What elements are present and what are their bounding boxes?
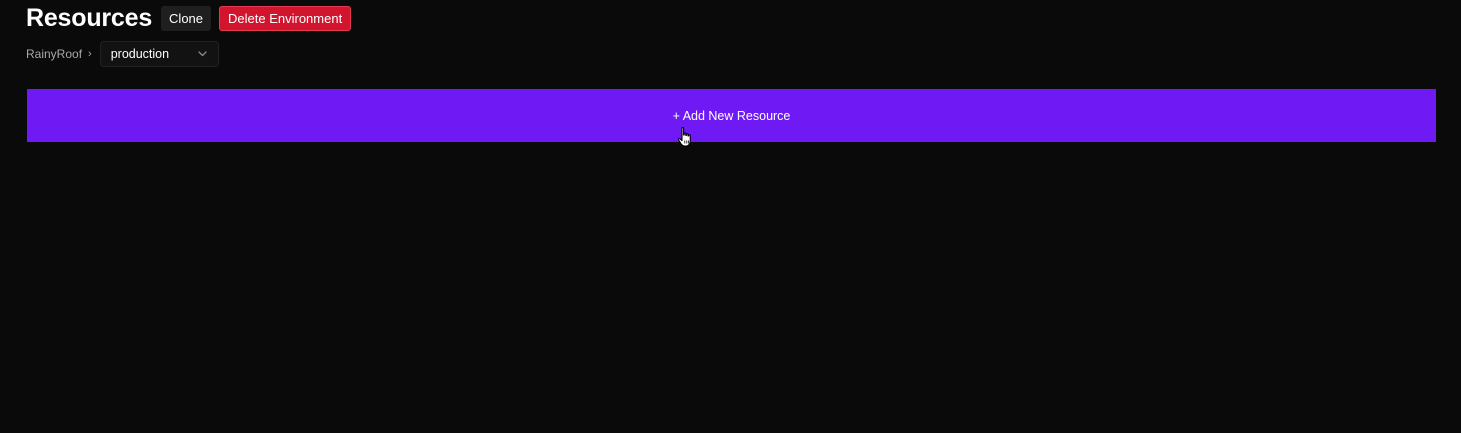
environment-select-value: production: [110, 47, 170, 61]
page: Resources Clone Delete Environment Rainy…: [0, 0, 1461, 433]
chevron-down-icon: [198, 49, 208, 59]
header: Resources Clone Delete Environment: [26, 4, 352, 32]
environment-select[interactable]: production: [99, 41, 219, 67]
breadcrumb-separator: ›: [88, 48, 92, 60]
breadcrumb: RainyRoof › production: [26, 41, 219, 67]
delete-environment-button[interactable]: Delete Environment: [219, 5, 352, 31]
clone-button[interactable]: Clone: [161, 5, 212, 31]
add-new-resource-button[interactable]: + Add New Resource: [27, 89, 1436, 142]
breadcrumb-project-link[interactable]: RainyRoof: [26, 47, 82, 61]
page-title: Resources: [26, 4, 153, 32]
